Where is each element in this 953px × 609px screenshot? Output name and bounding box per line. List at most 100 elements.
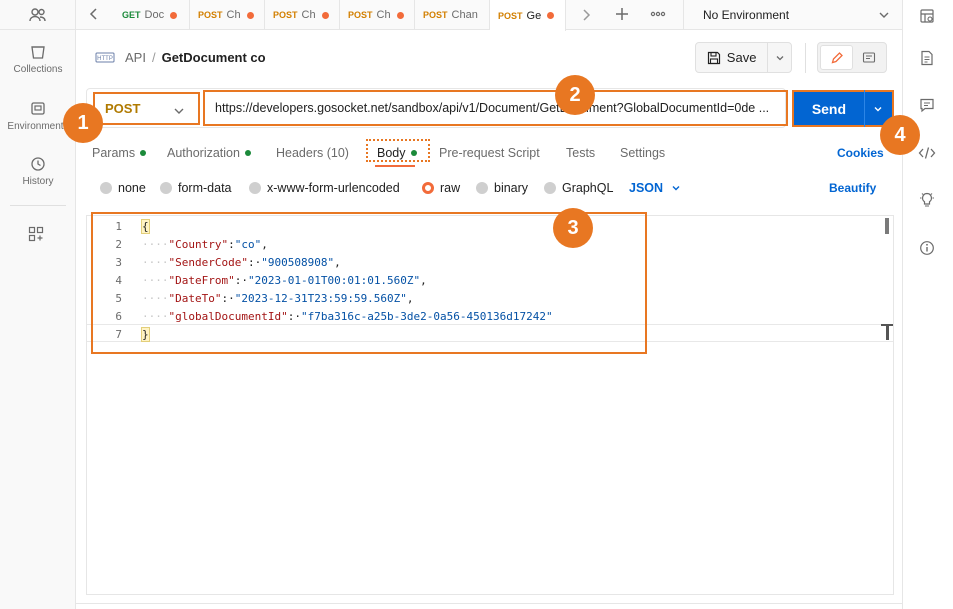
radio-binary[interactable]: binary xyxy=(476,181,528,195)
request-tab[interactable]: POST Ch xyxy=(265,0,340,30)
environment-dropdown[interactable] xyxy=(878,9,890,24)
comments-button[interactable] xyxy=(914,92,940,118)
tab-method: POST xyxy=(198,10,223,20)
radio-label: none xyxy=(118,181,146,195)
url-text: https://developers.gosocket.net/sandbox/… xyxy=(215,101,770,115)
chevron-down-icon xyxy=(174,108,184,114)
chevron-right-icon xyxy=(583,9,591,21)
status-dot xyxy=(140,150,147,156)
unsaved-dot xyxy=(321,11,329,19)
environment-label: No Environment xyxy=(703,8,790,22)
tab-method: POST xyxy=(273,10,298,20)
beautify-link[interactable]: Beautify xyxy=(829,181,876,195)
annotation-badge-1: 1 xyxy=(63,103,103,143)
url-input[interactable]: https://developers.gosocket.net/sandbox/… xyxy=(203,90,788,126)
related-collections-button[interactable] xyxy=(914,187,940,213)
tab-name: Ch xyxy=(376,9,391,21)
configure-workbench-button[interactable] xyxy=(28,226,44,245)
footer-divider xyxy=(76,603,902,604)
environments-icon xyxy=(31,102,45,115)
edit-mode-button[interactable] xyxy=(820,45,853,70)
tab-label: Headers (10) xyxy=(276,146,349,160)
send-button[interactable]: Send xyxy=(794,101,864,117)
request-name[interactable]: GetDocument co xyxy=(162,50,266,65)
radio-label: raw xyxy=(440,181,461,195)
radio-urlencoded[interactable]: x-www-form-urlencoded xyxy=(249,181,400,195)
tab-options-button[interactable] xyxy=(650,8,666,23)
request-tab-active[interactable]: POST Ge xyxy=(490,0,566,31)
info-button[interactable] xyxy=(914,235,940,261)
save-button-group: Save xyxy=(695,42,792,73)
radio-form-data[interactable]: form-data xyxy=(160,181,232,195)
plus-icon xyxy=(616,8,628,20)
sidebar-item-history[interactable]: History xyxy=(0,156,76,187)
tab-label: Tests xyxy=(566,146,596,160)
radio-label: x-www-form-urlencoded xyxy=(267,181,400,195)
chevron-down-icon xyxy=(776,55,784,60)
tab-prerequest-script[interactable]: Pre-request Script xyxy=(439,146,540,160)
environment-quick-look-button[interactable] xyxy=(914,3,940,29)
request-tab[interactable]: POST Chan xyxy=(415,0,490,30)
chevron-left-icon xyxy=(89,8,97,20)
radio-label: form-data xyxy=(178,181,232,195)
tab-method: GET xyxy=(122,10,141,20)
radio-none[interactable]: none xyxy=(100,181,146,195)
format-select[interactable]: JSON xyxy=(629,181,681,195)
radio-indicator xyxy=(476,182,488,194)
tab-scroll-left-button[interactable] xyxy=(88,7,100,24)
tab-authorization[interactable]: Authorization xyxy=(167,146,251,160)
radio-label: GraphQL xyxy=(562,181,614,195)
tab-name: Ge xyxy=(526,9,542,22)
cookies-link[interactable]: Cookies xyxy=(837,146,884,160)
chevron-down-icon xyxy=(879,12,889,18)
radio-indicator xyxy=(249,182,261,194)
editor-overview-marker xyxy=(881,324,893,340)
save-icon xyxy=(707,51,720,64)
documentation-button[interactable] xyxy=(914,45,940,71)
tab-params[interactable]: Params xyxy=(92,146,147,160)
active-tab-indicator xyxy=(375,165,415,167)
request-tab[interactable]: POST Ch xyxy=(340,0,415,30)
sidebar-item-label: Environments xyxy=(7,121,69,132)
save-label: Save xyxy=(726,50,757,65)
tab-headers[interactable]: Headers (10) xyxy=(276,146,349,160)
radio-graphql[interactable]: GraphQL xyxy=(544,181,613,195)
chevron-down-icon xyxy=(672,186,680,191)
tab-label: Settings xyxy=(620,146,666,160)
status-dot xyxy=(244,150,251,156)
editor-scrollbar[interactable] xyxy=(885,218,889,234)
tab-scroll-right-button[interactable] xyxy=(580,8,592,25)
tab-label: Authorization xyxy=(167,146,240,160)
sidebar-divider xyxy=(10,205,66,206)
new-tab-button[interactable] xyxy=(614,6,630,25)
sidebar-item-collections[interactable]: Collections xyxy=(0,44,76,75)
format-label: JSON xyxy=(629,181,664,195)
tab-label: Params xyxy=(92,146,136,160)
breadcrumb-parent[interactable]: API xyxy=(125,50,146,65)
left-sidebar xyxy=(0,0,76,609)
team-icon xyxy=(29,7,46,21)
header-divider xyxy=(805,43,806,73)
request-tab[interactable]: POST Ch xyxy=(190,0,265,30)
mode-toggle xyxy=(817,42,887,73)
environment-selector[interactable]: No Environment xyxy=(684,0,902,30)
radio-indicator-selected xyxy=(422,182,434,194)
tab-label: Pre-request Script xyxy=(439,146,540,160)
tab-tests[interactable]: Tests xyxy=(566,146,595,160)
save-button[interactable]: Save xyxy=(696,43,767,72)
tab-settings[interactable]: Settings xyxy=(620,146,665,160)
send-options-button[interactable] xyxy=(865,101,892,117)
sidebar-item-label: History xyxy=(22,176,54,187)
team-button[interactable] xyxy=(0,0,76,30)
history-icon xyxy=(31,157,45,171)
tab-method: POST xyxy=(498,10,523,21)
radio-raw[interactable]: raw xyxy=(422,181,460,195)
save-options-button[interactable] xyxy=(768,43,791,72)
breadcrumb-separator: / xyxy=(151,50,156,65)
method-select[interactable]: POST xyxy=(93,92,200,125)
doc-mode-button[interactable] xyxy=(853,45,884,70)
request-tab[interactable]: GET Doc xyxy=(114,0,190,30)
sidebar-item-label: Collections xyxy=(13,64,63,75)
unsaved-dot xyxy=(396,11,404,19)
info-icon xyxy=(920,241,934,255)
